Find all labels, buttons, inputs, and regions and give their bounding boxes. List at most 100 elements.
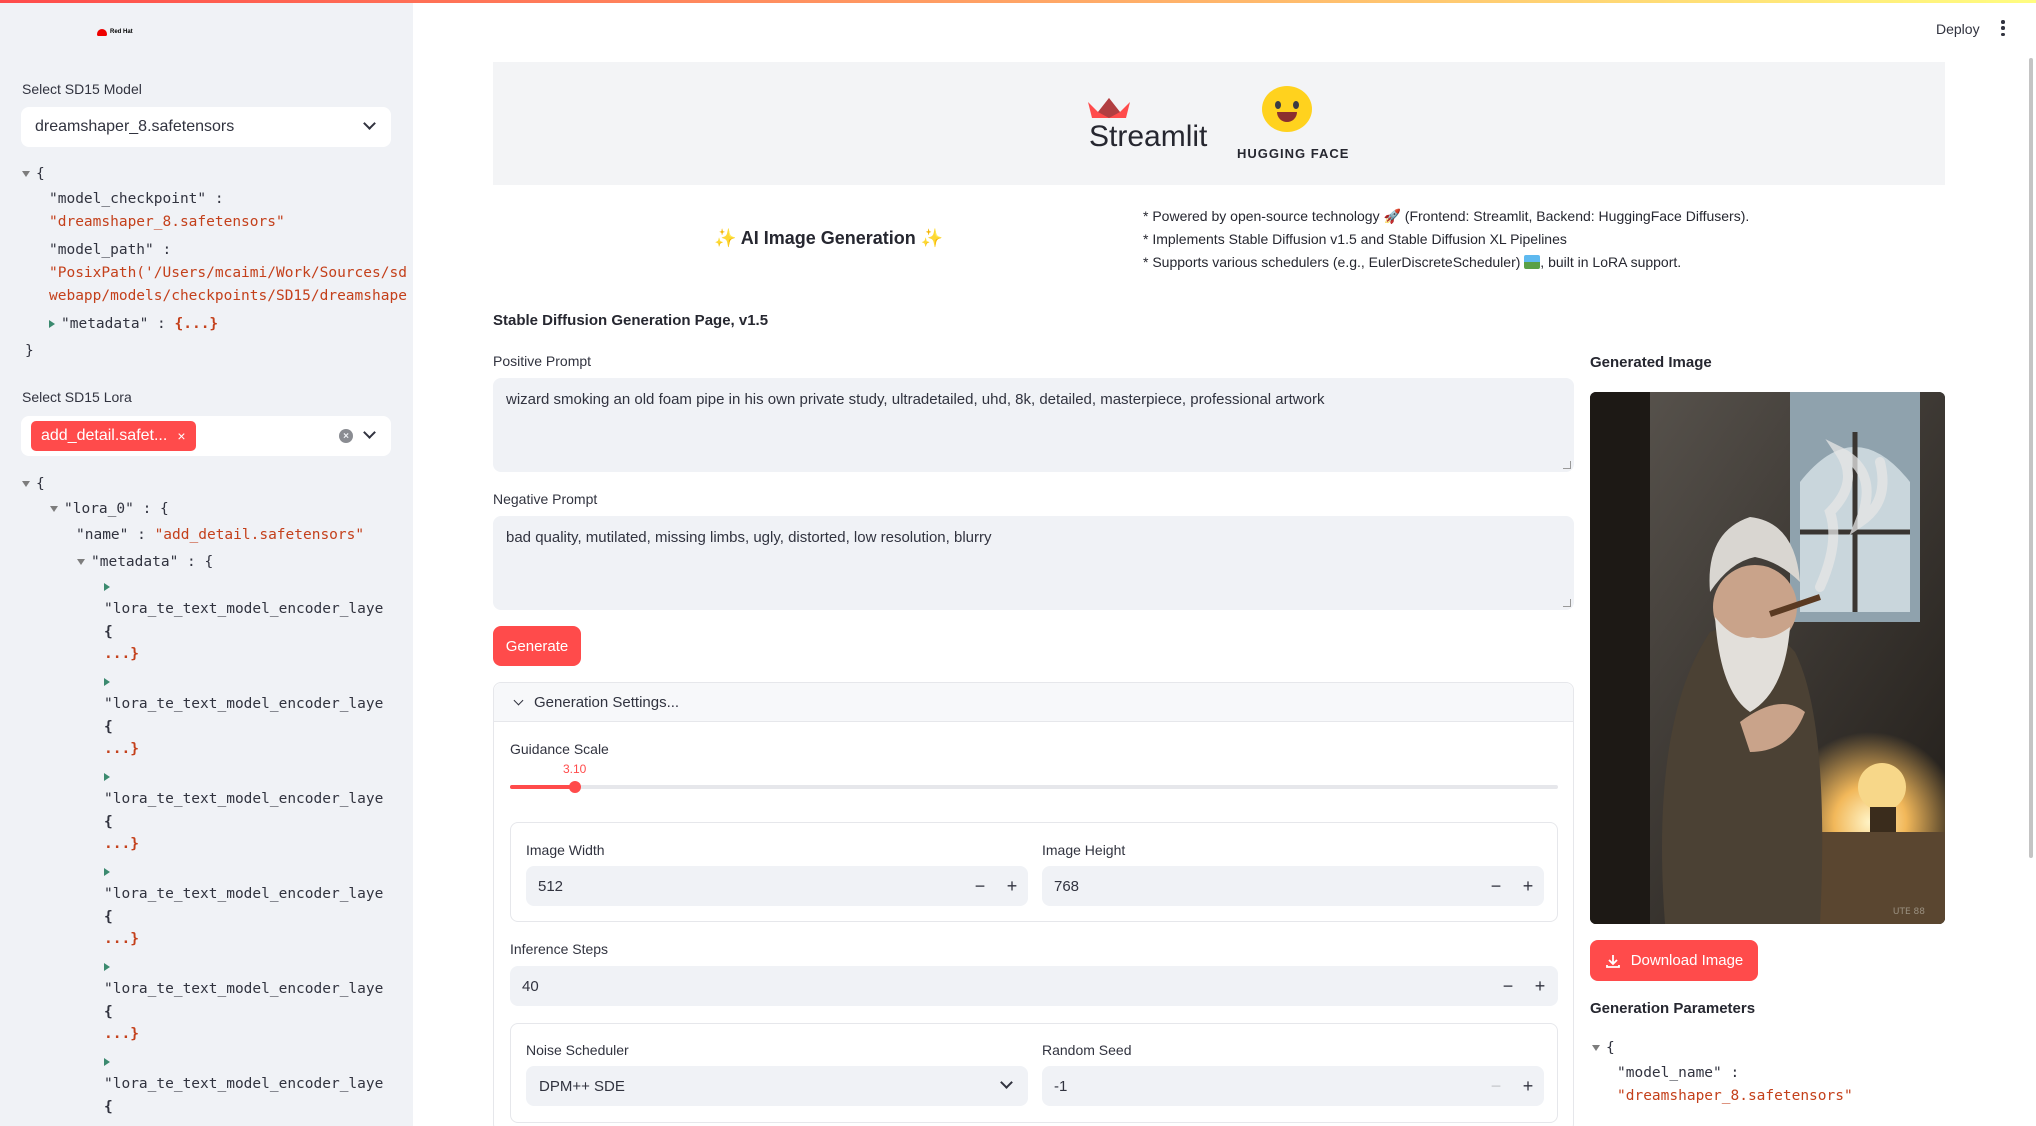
negative-prompt-label: Negative Prompt (493, 491, 598, 507)
main-menu-icon[interactable] (2001, 20, 2005, 36)
json-key: "metadata" : { (91, 554, 214, 570)
model-select-value: dreamshaper_8.safetensors (35, 118, 235, 135)
json-key: "lora_te_text_model_encoder_laye (104, 791, 384, 807)
json-collapsed[interactable]: ...} (104, 833, 139, 856)
expand-triangle-icon[interactable] (104, 868, 110, 876)
lora-select-label: Select SD15 Lora (22, 389, 132, 405)
decrement-button[interactable]: − (964, 866, 996, 906)
redhat-hat-icon (97, 28, 107, 36)
collapse-triangle-icon[interactable] (22, 171, 30, 177)
model-select-label: Select SD15 Model (22, 81, 142, 97)
image-width-label: Image Width (526, 842, 605, 858)
image-height-input[interactable]: 768 − + (1042, 866, 1544, 906)
image-size-group: Image Width 512 − + Image Height 768 − + (510, 822, 1558, 922)
chevron-down-icon[interactable] (363, 426, 376, 439)
hugging-face-wordmark: HUGGING FACE (1237, 146, 1350, 161)
json-key: "name" : (76, 527, 146, 543)
svg-text:UTE 88: UTE 88 (1893, 907, 1925, 917)
collapse-triangle-icon[interactable] (77, 559, 85, 565)
collapse-triangle-icon[interactable] (22, 481, 30, 487)
json-key: "model_name" : (1617, 1065, 1740, 1081)
streamlit-crown-icon (1088, 98, 1130, 118)
framed-picture-icon (1524, 255, 1541, 269)
lora-multiselect[interactable]: add_detail.safet... × × (21, 416, 391, 456)
guidance-scale-fill (510, 785, 575, 789)
json-collapsed[interactable]: {...} (175, 316, 219, 332)
guidance-scale-thumb[interactable] (568, 781, 581, 793)
random-seed-label: Random Seed (1042, 1042, 1132, 1058)
json-collapsed[interactable]: ...} (104, 928, 139, 951)
json-key: "lora_te_text_model_encoder_laye (104, 601, 384, 617)
json-key: "model_checkpoint" : (49, 191, 224, 207)
download-image-button[interactable]: Download Image (1590, 940, 1758, 981)
random-seed-input[interactable]: -1 − + (1042, 1066, 1544, 1106)
inference-steps-input[interactable]: 40 − + (510, 966, 1558, 1006)
generated-image-title: Generated Image (1590, 354, 1712, 371)
decrement-button[interactable]: − (1492, 966, 1524, 1006)
hugging-face-icon (1262, 86, 1312, 132)
feature-list: * Powered by open-source technology 🚀 (F… (1143, 205, 1749, 274)
remove-tag-icon[interactable]: × (177, 428, 185, 444)
negative-prompt-input[interactable]: bad quality, mutilated, missing limbs, u… (493, 516, 1574, 610)
page-title: Stable Diffusion Generation Page, v1.5 (493, 312, 769, 329)
json-value: "dreamshaper_8.safetensors" (49, 214, 285, 230)
chevron-down-icon (363, 117, 376, 130)
increment-button[interactable]: + (996, 866, 1028, 906)
increment-button[interactable]: + (1524, 966, 1556, 1006)
decrement-button[interactable]: − (1480, 866, 1512, 906)
parameters-json-viewer: { "model_name" : "dreamshaper_8.safetens… (1592, 1037, 1992, 1126)
image-height-label: Image Height (1042, 842, 1126, 858)
json-collapsed[interactable]: ...} (104, 738, 139, 761)
chevron-down-icon (1000, 1076, 1013, 1089)
guidance-scale-value: 3.10 (562, 762, 587, 776)
guidance-scale-slider[interactable] (510, 785, 1558, 789)
expand-triangle-icon[interactable] (104, 773, 110, 781)
json-value: "PosixPath('/Users/mcaimi/Work/Sources/s… (49, 265, 407, 281)
expand-triangle-icon[interactable] (104, 1058, 110, 1066)
sidebar: Red Hat Select SD15 Model dreamshaper_8.… (0, 3, 413, 1126)
noise-scheduler-select[interactable]: DPM++ SDE (526, 1066, 1028, 1106)
increment-button[interactable]: + (1512, 866, 1544, 906)
model-select[interactable]: dreamshaper_8.safetensors (21, 107, 391, 147)
lora-json-viewer: { "lora_0" : { "name" : "add_detail.safe… (22, 473, 392, 1126)
main-scrollbar[interactable] (2029, 58, 2033, 858)
logo-banner (493, 62, 1945, 185)
redhat-logo: Red Hat (97, 25, 133, 39)
collapse-triangle-icon[interactable] (50, 506, 58, 512)
json-key: "lora_te_text_model_encoder_laye (104, 981, 384, 997)
clear-icon[interactable]: × (339, 429, 353, 443)
expander-header[interactable]: Generation Settings... (494, 683, 1573, 722)
decrement-button[interactable]: − (1480, 1066, 1512, 1106)
feature-item: * Supports various schedulers (e.g., Eul… (1143, 254, 1682, 270)
json-value: "dreamshaper_8.safetensors" (1617, 1088, 1853, 1104)
generate-button[interactable]: Generate (493, 626, 581, 666)
model-json-viewer: { "model_checkpoint" : "dreamshaper_8.sa… (22, 163, 407, 363)
expand-triangle-icon[interactable] (104, 583, 110, 591)
positive-prompt-label: Positive Prompt (493, 353, 592, 369)
scheduler-seed-group: Noise Scheduler DPM++ SDE Random Seed -1… (510, 1023, 1558, 1123)
image-width-input[interactable]: 512 − + (526, 866, 1028, 906)
inference-steps-label: Inference Steps (510, 941, 609, 957)
json-key: "lora_te_text_model_encoder_laye (104, 696, 384, 712)
expand-triangle-icon[interactable] (49, 320, 55, 328)
positive-prompt-input[interactable]: wizard smoking an old foam pipe in his o… (493, 378, 1574, 472)
increment-button[interactable]: + (1512, 1066, 1544, 1106)
expand-triangle-icon[interactable] (104, 963, 110, 971)
lora-tag[interactable]: add_detail.safet... × (31, 421, 196, 451)
guidance-scale-label: Guidance Scale (510, 741, 609, 757)
collapse-triangle-icon[interactable] (1592, 1045, 1600, 1051)
json-key: "lora_te_text_model_encoder_laye (104, 886, 384, 902)
json-collapsed[interactable]: ...} (104, 1023, 139, 1046)
generated-image: UTE 88 (1590, 392, 1945, 924)
json-key: "metadata" : (61, 316, 166, 332)
json-key: "model_path" : (49, 242, 172, 258)
json-collapsed[interactable]: ...} (104, 643, 139, 666)
json-key: "lora_0" : { (64, 501, 169, 517)
resize-handle-icon[interactable] (1563, 599, 1571, 607)
streamlit-wordmark: Streamlit (1089, 120, 1208, 153)
expand-triangle-icon[interactable] (104, 678, 110, 686)
json-value: webapp/models/checkpoints/SD15/dreamshap… (49, 288, 407, 304)
resize-handle-icon[interactable] (1563, 461, 1571, 469)
generation-parameters-title: Generation Parameters (1590, 1000, 1756, 1017)
deploy-button[interactable]: Deploy (1936, 21, 1980, 37)
